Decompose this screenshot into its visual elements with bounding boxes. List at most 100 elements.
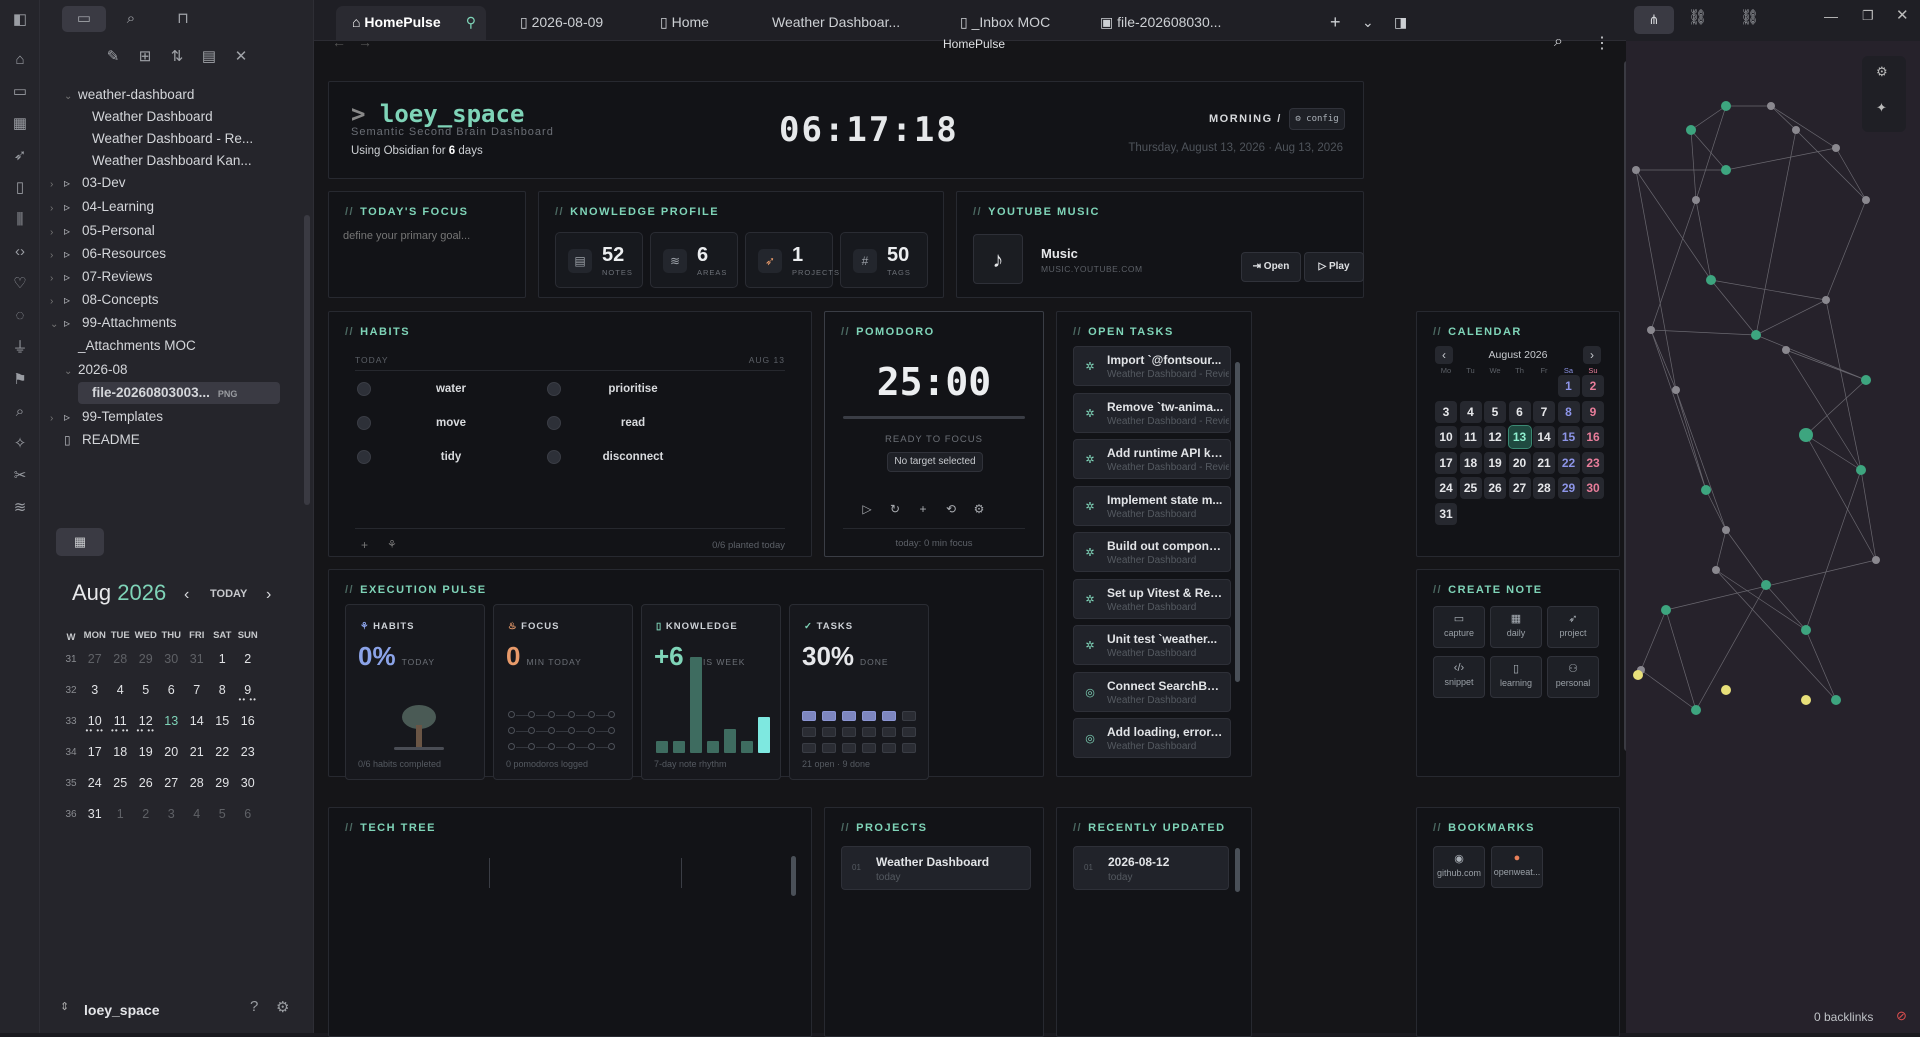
- graph-node[interactable]: [1767, 102, 1775, 110]
- calendar-day[interactable]: 22: [1557, 451, 1580, 474]
- vault-name[interactable]: loey_space: [84, 1002, 160, 1018]
- collapse-icon[interactable]: ▤: [196, 44, 222, 70]
- calendar-day[interactable]: 4: [108, 683, 134, 697]
- folder-icon[interactable]: ▭: [62, 6, 106, 32]
- calendar-day[interactable]: 30: [235, 776, 261, 790]
- calendar-day[interactable]: 26: [1484, 477, 1506, 499]
- calendar-day[interactable]: 19: [1484, 451, 1506, 474]
- calendar-day[interactable]: 11: [1459, 426, 1482, 448]
- graph-node[interactable]: [1801, 625, 1811, 635]
- calendar-day[interactable]: 13: [159, 714, 185, 728]
- calendar-day[interactable]: 10: [1435, 426, 1457, 448]
- add-icon[interactable]: +: [915, 502, 931, 516]
- graph-node[interactable]: [1832, 144, 1840, 152]
- calendar-day[interactable]: 4: [184, 807, 210, 821]
- graph-node[interactable]: [1856, 465, 1866, 475]
- lightbulb-icon[interactable]: ◌: [10, 306, 30, 326]
- calendar-day[interactable]: 15: [1557, 426, 1580, 448]
- task-item[interactable]: ✲ Remove `tw-anima... Weather Dashboard - …: [1073, 392, 1231, 433]
- calendar-day[interactable]: 31: [184, 652, 210, 666]
- calendar-day[interactable]: 12: [1484, 426, 1506, 448]
- task-item[interactable]: ✲ Unit test `weather... Weather Dashboard: [1073, 625, 1231, 665]
- calendar-day[interactable]: 28: [184, 776, 210, 790]
- search-icon[interactable]: ⌕: [1554, 33, 1563, 51]
- create-learning-button[interactable]: ▯ learning: [1490, 656, 1542, 698]
- calendar-day[interactable]: 23: [235, 745, 261, 759]
- graph-node[interactable]: [1751, 330, 1761, 340]
- calendar-day[interactable]: 6: [235, 807, 261, 821]
- graph-node[interactable]: [1799, 428, 1813, 442]
- restore-icon[interactable]: ❐: [1862, 8, 1874, 24]
- graph-node[interactable]: [1872, 556, 1880, 564]
- task-item[interactable]: ✲ Add runtime API ke... Weather Dashboard …: [1073, 439, 1231, 479]
- create-snippet-button[interactable]: ‹/› snippet: [1433, 656, 1485, 698]
- create-personal-button[interactable]: ⚇ personal: [1547, 656, 1599, 698]
- graph-node-attachment[interactable]: [1801, 695, 1811, 705]
- calendar-day[interactable]: 8: [210, 683, 236, 697]
- calendar-day[interactable]: 18: [108, 745, 134, 759]
- create-project-button[interactable]: ➶ project: [1547, 606, 1599, 648]
- calendar-day[interactable]: 21: [1533, 451, 1555, 474]
- calendar-day[interactable]: 14: [1533, 426, 1555, 448]
- calendar-day[interactable]: 20: [159, 745, 185, 759]
- graph-node-attachment[interactable]: [1633, 670, 1643, 680]
- folder-item[interactable]: › ▹ 05-Personal: [50, 220, 280, 242]
- gear-icon[interactable]: ⚙: [1876, 64, 1888, 80]
- open-button[interactable]: ⇥ Open: [1241, 252, 1301, 282]
- task-item[interactable]: ◎ Connect SearchBar ... Weather Dashboard: [1073, 671, 1231, 712]
- graph-node[interactable]: [1782, 346, 1790, 354]
- calendar-day[interactable]: 6: [1508, 400, 1531, 423]
- folder-item[interactable]: ⌄ 2026-08: [64, 359, 280, 381]
- calendar-day[interactable]: 28: [108, 652, 134, 666]
- task-item[interactable]: ◎ Add loading, error, ... Weather Dashboar…: [1073, 718, 1231, 758]
- task-item[interactable]: ✲ Import `@fontsour... Weather Dashboard -…: [1073, 346, 1231, 386]
- calendar-day[interactable]: 19: [133, 745, 159, 759]
- calendar-day[interactable]: 30: [159, 652, 185, 666]
- file-item[interactable]: Weather Dashboard Kan...: [78, 150, 280, 172]
- plug-icon[interactable]: ⏚: [10, 338, 30, 358]
- folder-item[interactable]: › ▹ 06-Resources: [50, 243, 280, 265]
- project-item[interactable]: 01 Weather Dashboard today: [841, 846, 1031, 890]
- calendar-day[interactable]: 1: [210, 652, 236, 666]
- history-icon[interactable]: ⟲: [943, 502, 959, 516]
- calendar-day[interactable]: 16: [1582, 426, 1604, 448]
- create-daily-button[interactable]: ▦ daily: [1490, 606, 1542, 648]
- calendar-day[interactable]: 24: [82, 776, 108, 790]
- calendar-day[interactable]: 30: [1582, 477, 1604, 499]
- create-capture-button[interactable]: ▭ capture: [1433, 606, 1485, 648]
- tab-inbox-moc[interactable]: ▯ _Inbox MOC: [944, 6, 1050, 40]
- bookmark-github[interactable]: ◉ github.com: [1433, 846, 1485, 888]
- search-icon[interactable]: ⌕: [118, 6, 144, 32]
- tab-home[interactable]: ▯ Home: [644, 6, 709, 40]
- tech-tree-scrollbar[interactable]: [791, 856, 796, 896]
- habit-checkbox[interactable]: [547, 450, 561, 464]
- task-item[interactable]: ✲ Build out compone... Weather Dashboard: [1073, 532, 1231, 572]
- calendar-day[interactable]: 2: [1582, 375, 1604, 397]
- graph-node[interactable]: [1661, 605, 1671, 615]
- projects-card[interactable]: ➶ 1 PROJECTS: [745, 232, 839, 288]
- calendar-day[interactable]: 15: [210, 714, 236, 728]
- calendar-day[interactable]: 10 •• ••: [82, 714, 108, 735]
- calendar-day[interactable]: 24: [1435, 477, 1457, 499]
- chevron-left-icon[interactable]: ‹: [184, 586, 189, 604]
- code-icon[interactable]: ‹›: [10, 242, 30, 262]
- scrollbar[interactable]: [304, 215, 310, 505]
- notes-card[interactable]: ▤ 52 NOTES: [555, 232, 643, 288]
- folder-item[interactable]: › ▹ 08-Concepts: [50, 289, 280, 311]
- graph-node[interactable]: [1701, 485, 1711, 495]
- focus-input[interactable]: [343, 230, 513, 242]
- folder-item[interactable]: › ▹ 07-Reviews: [50, 266, 280, 288]
- chevron-right-icon[interactable]: ›: [266, 586, 271, 604]
- calendar-day[interactable]: 1: [1557, 375, 1580, 397]
- calendar-day[interactable]: 17: [1435, 451, 1457, 474]
- folder-item[interactable]: ⌄ ▹ 99-Attachments: [50, 312, 280, 334]
- graph-node[interactable]: [1672, 386, 1680, 394]
- calendar-day[interactable]: 27: [159, 776, 185, 790]
- habit-checkbox[interactable]: [547, 382, 561, 396]
- folder-item[interactable]: › ▹ 03-Dev: [50, 172, 280, 194]
- new-folder-icon[interactable]: ⊞: [132, 44, 158, 70]
- graph-node[interactable]: [1831, 695, 1841, 705]
- chevron-down-icon[interactable]: ⌄: [1346, 6, 1374, 40]
- close-icon[interactable]: ✕: [1896, 6, 1909, 24]
- calendar-day[interactable]: 5: [1484, 400, 1506, 423]
